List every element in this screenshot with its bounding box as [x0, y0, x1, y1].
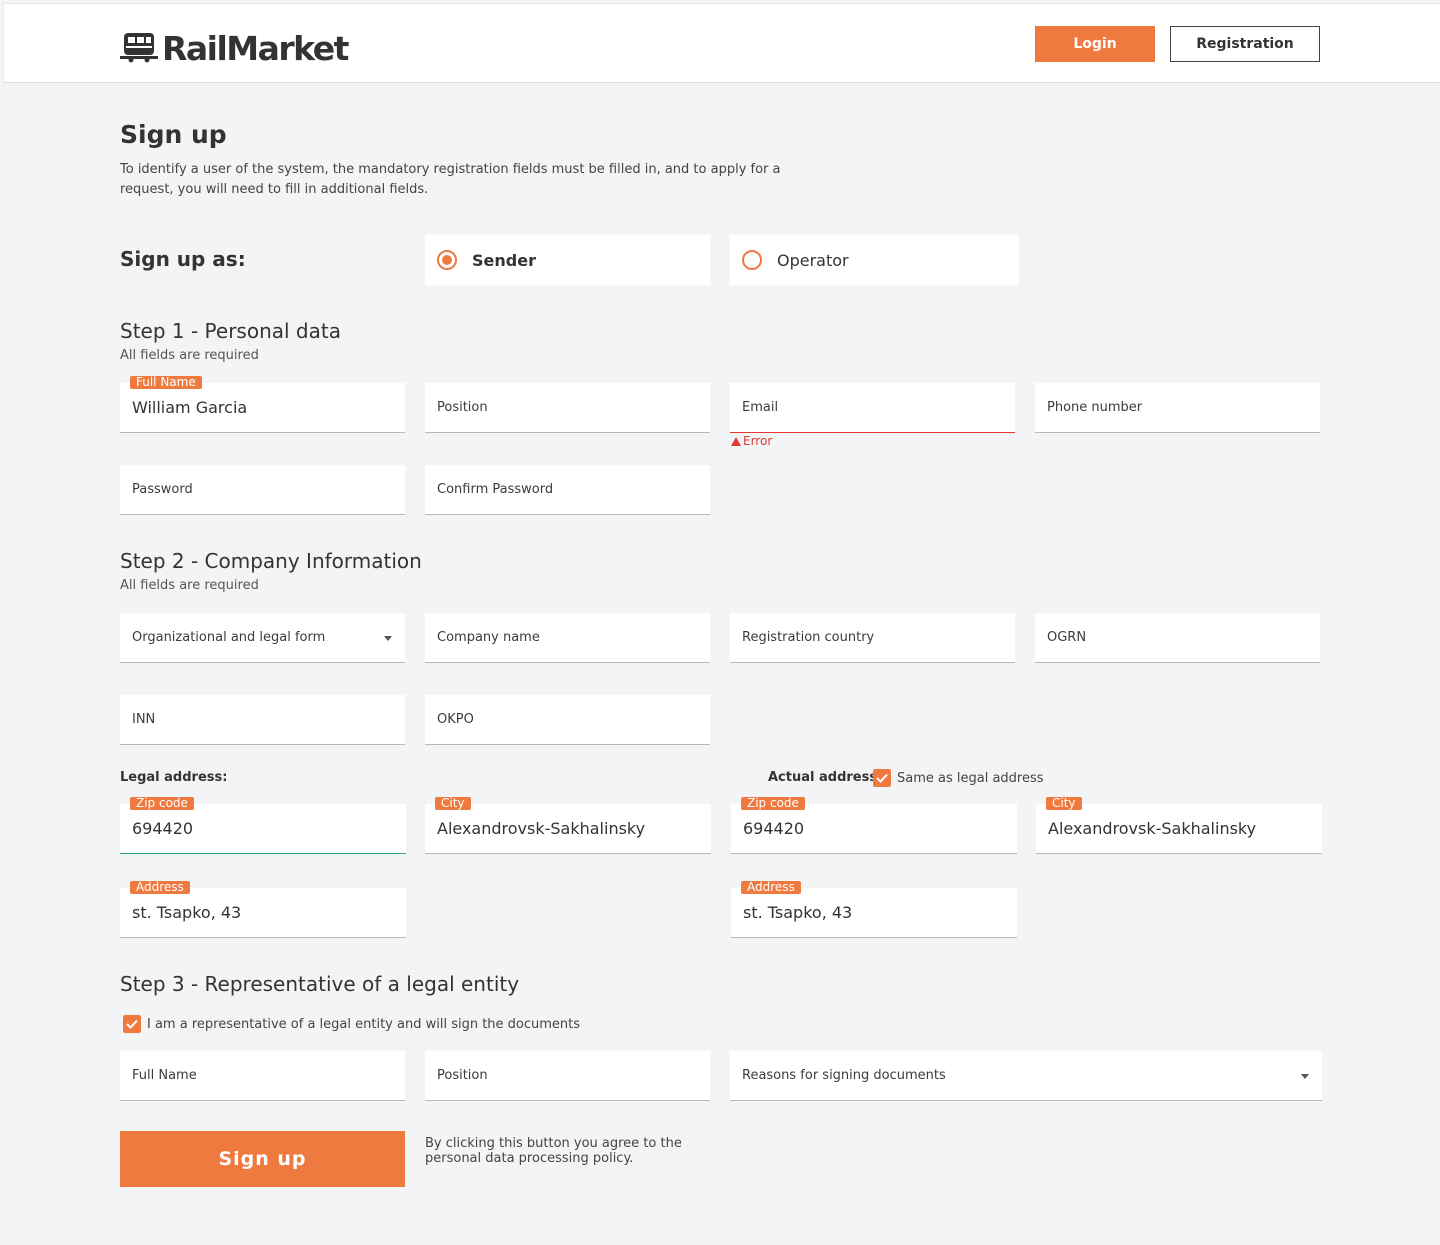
inn-placeholder: INN	[132, 712, 156, 727]
actual-zip-value: 694420	[743, 819, 805, 838]
full-name-field[interactable]: Full Name William Garcia	[120, 376, 405, 433]
full-name-value: William Garcia	[132, 398, 248, 417]
actual-address-tag: Address	[741, 881, 801, 894]
legal-address-label: Legal address:	[120, 770, 228, 785]
chevron-down-icon	[1301, 1074, 1309, 1079]
representative-label: I am a representative of a legal entity …	[147, 1016, 581, 1032]
login-button[interactable]: Login	[1035, 26, 1155, 62]
intro-text: To identify a user of the system, the ma…	[120, 162, 781, 197]
full-name-tag: Full Name	[130, 376, 202, 389]
step2-subtitle: All fields are required	[120, 578, 259, 593]
company-name-field[interactable]: Company name	[425, 613, 710, 663]
email-error-text: Error	[743, 434, 773, 448]
policy-text: By clicking this button you agree to the…	[425, 1136, 682, 1166]
representative-checkbox[interactable]: I am a representative of a legal entity …	[123, 1015, 580, 1033]
legal-city-tag: City	[435, 797, 471, 810]
legal-address-tag: Address	[130, 881, 190, 894]
ogrn-field[interactable]: OGRN	[1035, 613, 1320, 663]
legal-city-value: Alexandrovsk-Sakhalinsky	[437, 819, 646, 838]
position-field[interactable]: Position	[425, 383, 710, 433]
radio-selected-icon[interactable]	[437, 250, 457, 270]
warning-icon	[731, 436, 741, 446]
rep-full-name-placeholder: Full Name	[132, 1068, 197, 1083]
phone-placeholder: Phone number	[1047, 400, 1143, 415]
top-header: RailMarket Login Registration	[3, 3, 1440, 83]
org-form-select[interactable]: Organizational and legal form	[120, 613, 405, 663]
okpo-placeholder: OKPO	[437, 712, 474, 727]
same-as-legal-checkbox[interactable]: Same as legal address	[873, 769, 1044, 787]
step1-title: Step 1 - Personal data	[120, 319, 341, 343]
email-placeholder: Email	[742, 400, 779, 415]
ogrn-placeholder: OGRN	[1047, 630, 1087, 645]
role-label-operator: Operator	[777, 250, 849, 270]
checkmark-icon[interactable]	[123, 1015, 141, 1033]
registration-button[interactable]: Registration	[1170, 26, 1320, 62]
train-icon	[120, 29, 158, 67]
role-option-operator[interactable]: Operator	[730, 235, 1019, 285]
legal-address-value: st. Tsapko, 43	[132, 903, 242, 922]
phone-field[interactable]: Phone number	[1035, 383, 1320, 433]
company-name-placeholder: Company name	[437, 630, 540, 645]
registration-country-field[interactable]: Registration country	[730, 613, 1015, 663]
legal-city-field[interactable]: City Alexandrovsk-Sakhalinsky	[425, 797, 711, 854]
sign-up-as-label: Sign up as:	[120, 247, 246, 271]
railmarket-logo[interactable]: RailMarket	[120, 28, 349, 68]
step1-subtitle: All fields are required	[120, 348, 259, 363]
reasons-select[interactable]: Reasons for signing documents	[730, 1051, 1322, 1101]
rep-position-field[interactable]: Position	[425, 1051, 710, 1101]
password-placeholder: Password	[132, 482, 193, 497]
rep-position-placeholder: Position	[437, 1068, 488, 1083]
step2-title: Step 2 - Company Information	[120, 549, 422, 573]
legal-zip-tag: Zip code	[130, 797, 194, 810]
page-title: Sign up	[120, 120, 227, 149]
actual-address-field[interactable]: Address st. Tsapko, 43	[731, 881, 1017, 938]
legal-zip-field[interactable]: Zip code 694420	[120, 797, 406, 854]
reasons-placeholder: Reasons for signing documents	[742, 1068, 946, 1083]
registration-country-placeholder: Registration country	[742, 630, 875, 645]
sign-up-button[interactable]: Sign up	[120, 1131, 405, 1187]
org-form-placeholder: Organizational and legal form	[132, 630, 326, 645]
actual-city-field[interactable]: City Alexandrovsk-Sakhalinsky	[1036, 797, 1322, 854]
legal-address-field[interactable]: Address st. Tsapko, 43	[120, 881, 406, 938]
email-field[interactable]: Email	[730, 383, 1015, 433]
brand-name: RailMarket	[162, 28, 349, 68]
legal-zip-value: 694420	[132, 819, 194, 838]
role-option-sender[interactable]: Sender	[425, 235, 710, 285]
confirm-password-placeholder: Confirm Password	[437, 482, 554, 497]
checkmark-icon[interactable]	[873, 769, 891, 787]
actual-zip-field[interactable]: Zip code 694420	[731, 797, 1017, 854]
confirm-password-field[interactable]: Confirm Password	[425, 465, 710, 515]
actual-city-tag: City	[1046, 797, 1082, 810]
okpo-field[interactable]: OKPO	[425, 695, 710, 745]
rep-full-name-field[interactable]: Full Name	[120, 1051, 405, 1101]
same-as-legal-label: Same as legal address	[897, 770, 1044, 786]
inn-field[interactable]: INN	[120, 695, 405, 745]
actual-address-value: st. Tsapko, 43	[743, 903, 853, 922]
actual-zip-tag: Zip code	[741, 797, 805, 810]
actual-address-label: Actual address:	[768, 770, 883, 785]
password-field[interactable]: Password	[120, 465, 405, 515]
position-placeholder: Position	[437, 400, 488, 415]
role-label-sender: Sender	[472, 250, 536, 270]
chevron-down-icon	[384, 636, 392, 641]
actual-city-value: Alexandrovsk-Sakhalinsky	[1048, 819, 1257, 838]
email-error: Error	[731, 434, 772, 448]
step3-title: Step 3 - Representative of a legal entit…	[120, 972, 520, 996]
radio-unselected-icon[interactable]	[742, 250, 762, 270]
